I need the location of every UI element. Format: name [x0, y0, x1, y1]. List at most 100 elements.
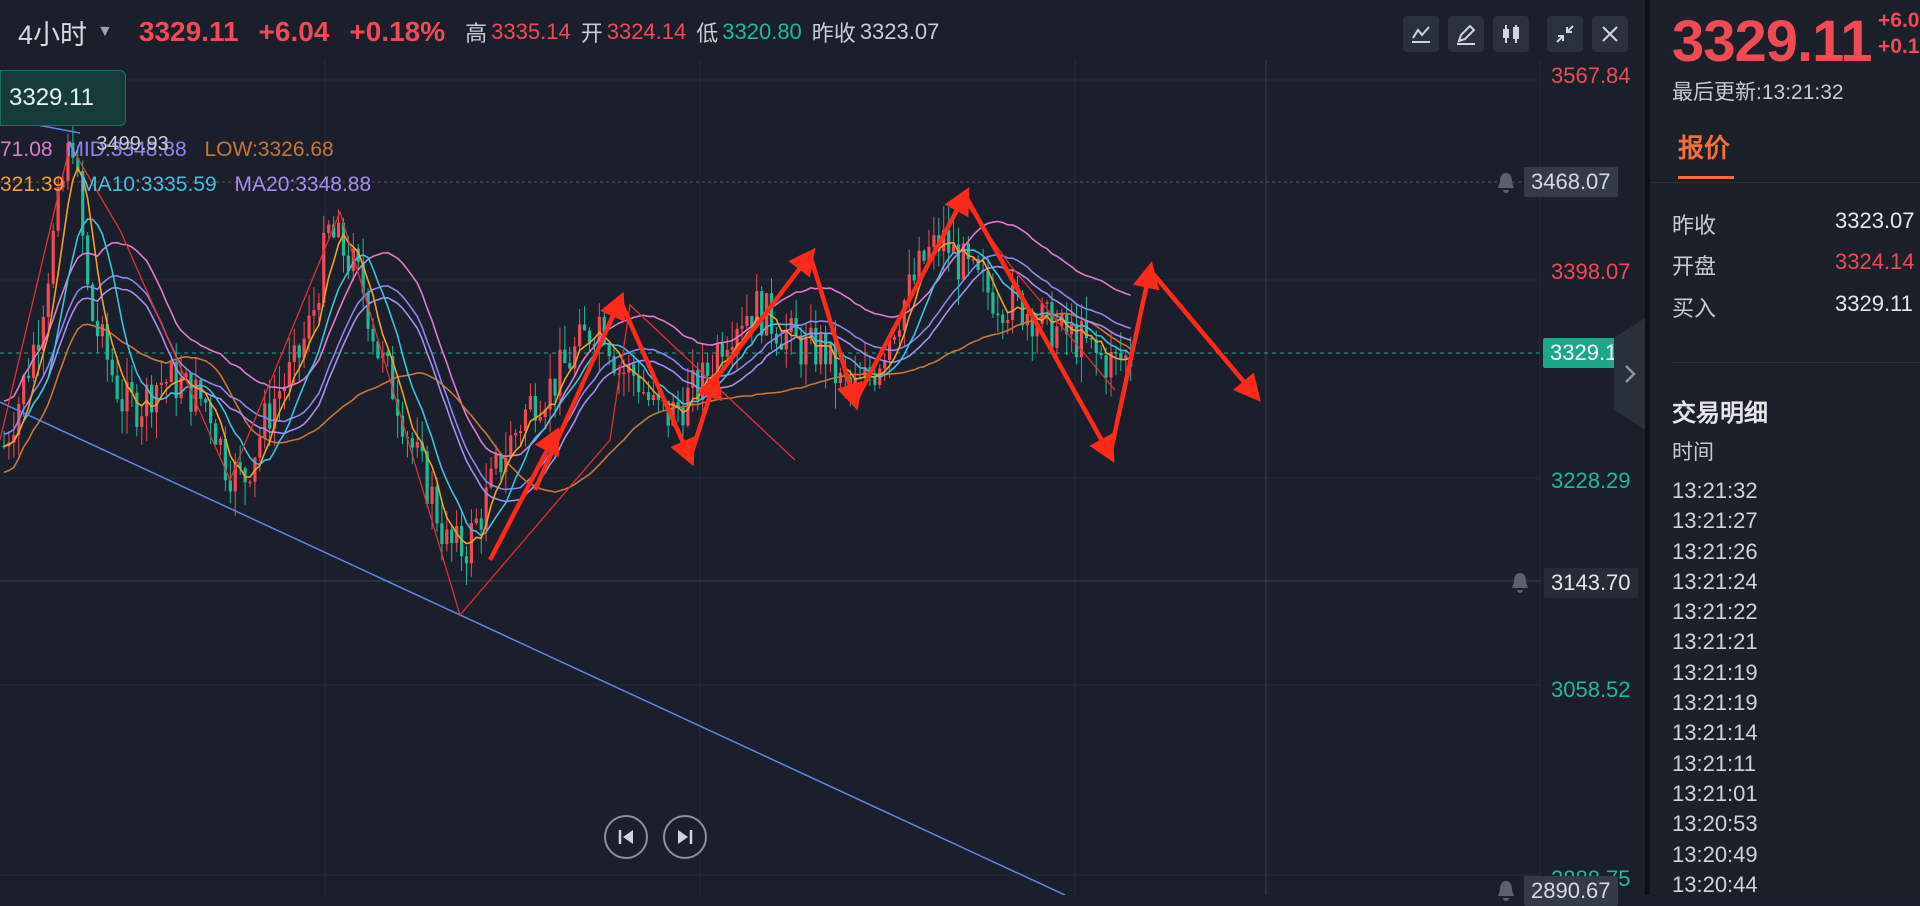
trade-time: 13:21:19 [1672, 690, 1758, 716]
candle-body [1099, 352, 1103, 356]
candle-body [100, 324, 104, 337]
candle-body [646, 392, 651, 400]
quote-value: 3324.14 [1835, 249, 1915, 274]
trade-row: 13:20:49 [1672, 842, 1920, 872]
prev-close-label: 昨收 [811, 21, 856, 46]
candle-body [740, 325, 744, 329]
y-tick-label: 3228.29 [1551, 468, 1631, 493]
candle-body [287, 361, 291, 387]
trade-row: 13:21:32 [1672, 478, 1920, 508]
candle-body [1001, 314, 1005, 324]
candle-body [720, 343, 724, 357]
close-button[interactable] [1592, 16, 1628, 52]
candle-body [464, 556, 469, 564]
candle-body [519, 431, 523, 434]
prev-close-value: 3323.07 [859, 19, 940, 44]
change-value: +6.04 [258, 16, 330, 47]
trade-time: 13:21:11 [1672, 750, 1757, 776]
trade-row: 13:21:22 [1672, 599, 1920, 629]
trade-time: 13:20:53 [1672, 811, 1758, 837]
next-button[interactable] [663, 815, 707, 859]
candle-body [86, 235, 90, 285]
ma20-value: MA20:3348.88 [234, 173, 372, 196]
chevron-down-icon[interactable]: ▼ [97, 23, 113, 41]
candle-body [292, 345, 296, 362]
candle-body [46, 283, 50, 317]
trade-time: 13:21:24 [1672, 568, 1758, 594]
annotation-zigzag [0, 143, 796, 617]
candle-body [164, 382, 168, 384]
chart-panel[interactable]: 4小时 ▼ 3329.11 +6.04 +0.18% 高 3335.14 开 3… [0, 0, 1645, 906]
candle-body [277, 391, 282, 399]
prev-button[interactable] [604, 815, 648, 859]
candle-body [430, 486, 434, 505]
high-label: 高 [465, 21, 488, 46]
candle-body [440, 523, 444, 545]
chart-header: 4小时 ▼ 3329.11 +6.04 +0.18% 高 3335.14 开 3… [0, 0, 1645, 64]
last-updated: 最后更新:13:21:32 [1672, 81, 1844, 104]
quote-label: 买入 [1672, 296, 1717, 321]
alert-price-tag[interactable]: 3143.70 [1544, 568, 1638, 598]
candle-body [838, 372, 842, 384]
candle-body [27, 375, 31, 378]
trade-time: 13:21:19 [1672, 659, 1758, 685]
boll-legend: 71.08 MID:3348.88 3499.93 LOW:3326.68 [0, 133, 334, 162]
bell-icon[interactable] [1508, 570, 1532, 596]
candle-body [514, 433, 518, 436]
boll-lower-line [3, 312, 1132, 493]
indicator-button[interactable] [1403, 16, 1439, 52]
bell-icon[interactable] [1494, 878, 1518, 904]
boll-mid-value: MID:3348.88 3499.93 [66, 133, 187, 161]
candle-body [523, 409, 528, 432]
candlestick-chart[interactable] [0, 0, 1645, 895]
trade-list[interactable]: 13:21:32 13:21:27 13:21:26 13:21:24 13:21:22… [1672, 478, 1920, 895]
period-selector[interactable]: 4小时 [18, 13, 87, 52]
alert-price-tag[interactable]: 3468.07 [1524, 167, 1618, 197]
trade-row: 13:21:19 [1672, 660, 1920, 690]
candle-body [1055, 326, 1059, 348]
candle-body [169, 361, 173, 383]
draw-button[interactable] [1448, 16, 1484, 52]
trade-time: 13:21:22 [1672, 599, 1758, 625]
candle-body [991, 292, 995, 314]
trade-time: 13:20:49 [1672, 841, 1758, 867]
candle-body [194, 379, 198, 412]
candle-body [1025, 314, 1029, 326]
candle-body [204, 399, 208, 403]
y-tick-label: 3058.52 [1551, 677, 1631, 702]
candle-body [317, 303, 321, 311]
candle-body [582, 324, 587, 331]
candle-body [1006, 319, 1010, 324]
trade-time: 13:21:01 [1672, 780, 1758, 806]
ma5-value: 321.39 [0, 173, 65, 196]
candle-body [622, 372, 626, 375]
candle-body [528, 395, 533, 410]
alert-price-tag[interactable]: 2890.67 [1524, 876, 1618, 906]
candle-body [115, 375, 119, 400]
candle-type-button[interactable] [1493, 16, 1529, 52]
candle-body [1114, 352, 1118, 354]
quote-value: 3329.11 [1835, 291, 1913, 316]
tab-quote[interactable]: 报价 [1678, 128, 1730, 165]
y-tick-label: 3398.07 [1551, 259, 1631, 284]
trade-time: 13:21:32 [1672, 478, 1758, 503]
bell-icon[interactable] [1494, 170, 1518, 196]
quote-label: 开盘 [1672, 254, 1717, 279]
collapse-button[interactable] [1547, 16, 1583, 52]
boll-up-value: 71.08 [0, 138, 53, 161]
candle-body [701, 362, 705, 400]
candle-body [932, 235, 936, 247]
quote-change: +6.0 +0.1 [1878, 9, 1920, 58]
candle-body [135, 392, 139, 427]
annotation-arrow [617, 299, 696, 467]
annotation-arrow [1148, 268, 1261, 402]
trade-row: 13:20:44 [1672, 872, 1920, 895]
candle-body [248, 481, 252, 484]
candle-body [607, 343, 611, 357]
trade-time: 13:21:27 [1672, 508, 1758, 534]
candle-body [912, 274, 916, 281]
candle-body [705, 362, 710, 376]
trade-row: 13:21:27 [1672, 508, 1920, 538]
candle-body [996, 313, 1000, 316]
candle-body [509, 435, 513, 458]
